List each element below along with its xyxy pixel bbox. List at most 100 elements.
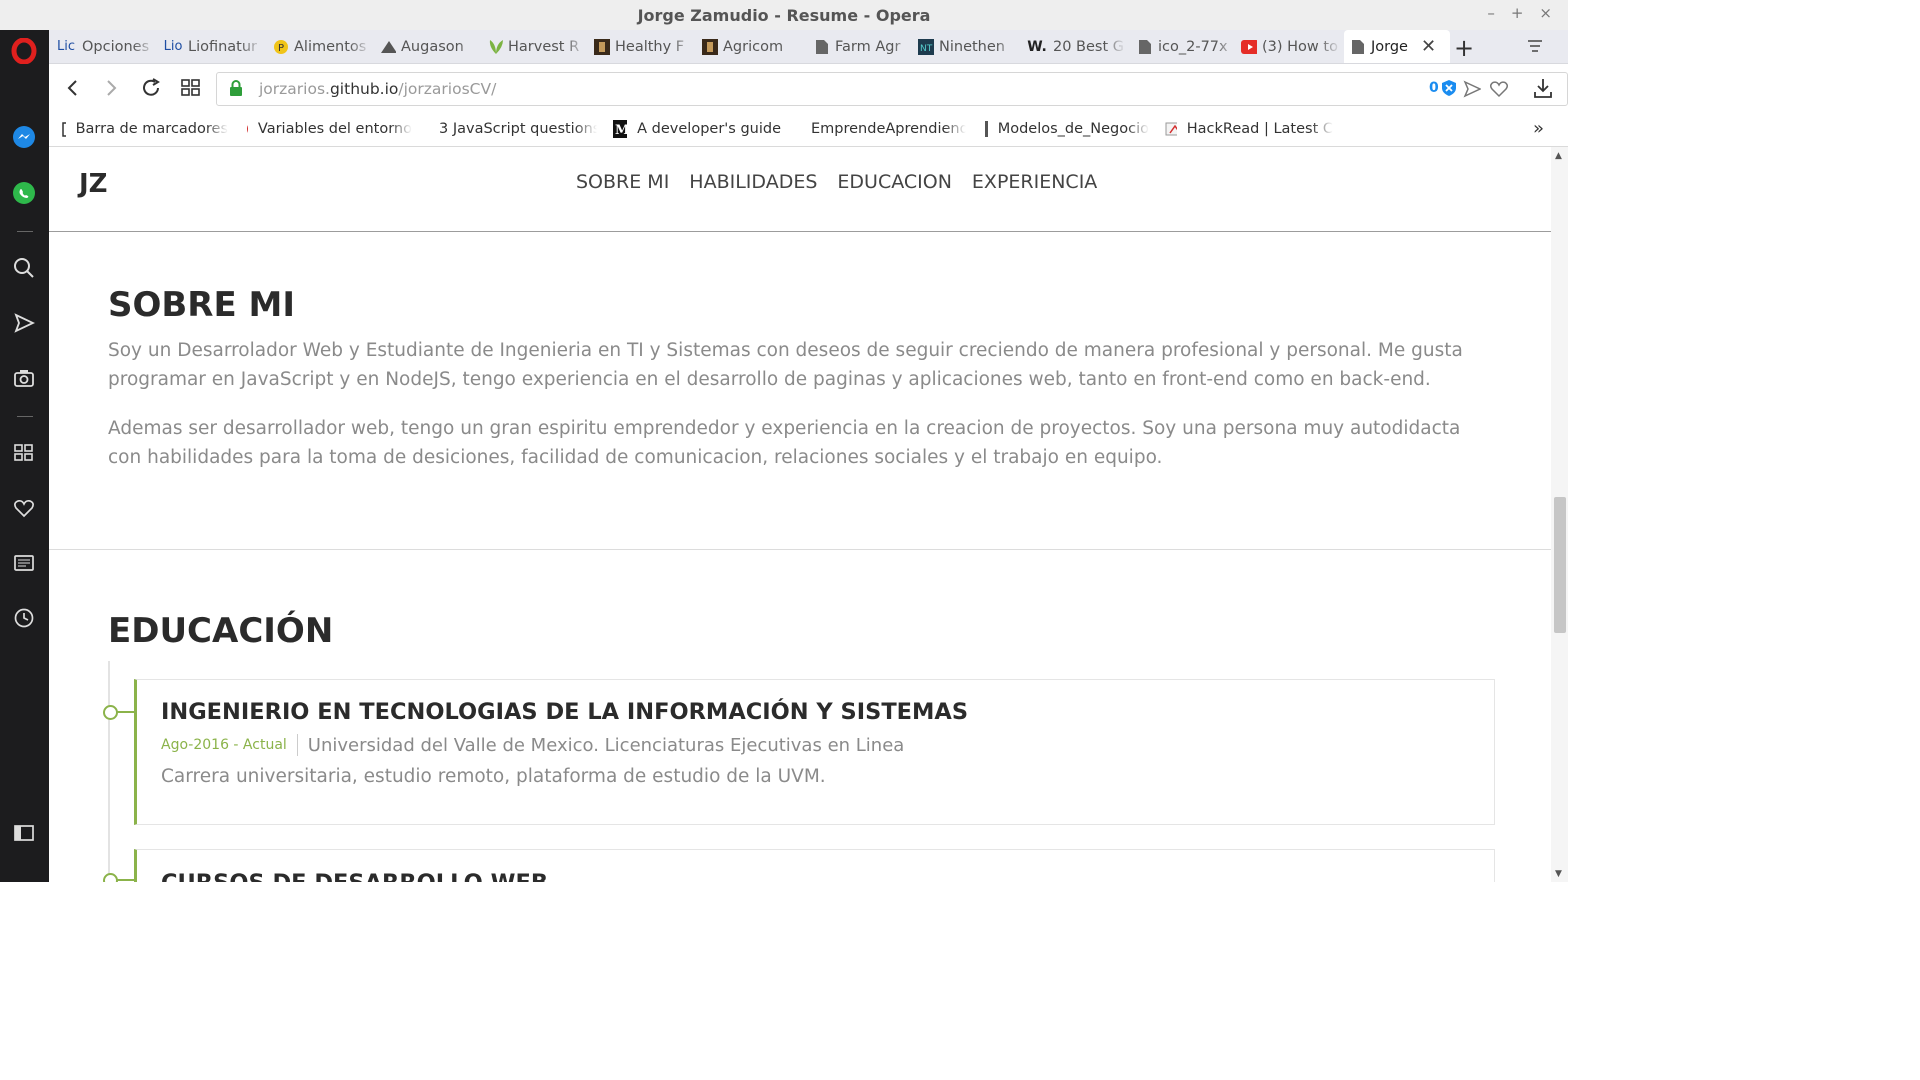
bookmarks-bar: Barra de marcadores ? Variables del ento… (49, 112, 1568, 147)
nav-experiencia[interactable]: EXPERIENCIA (972, 171, 1097, 193)
tab-healthy[interactable]: Healthy F (594, 30, 694, 63)
news-icon[interactable] (10, 549, 38, 577)
bookmark-developers-guide[interactable]: M A developer's guide (613, 112, 781, 146)
header-divider (49, 231, 1551, 232)
image-favicon-icon (594, 38, 610, 55)
p-favicon-icon: P (273, 39, 289, 55)
medium-favicon-icon: M (613, 120, 628, 138)
svg-text:NT: NT (920, 44, 933, 54)
education-card: CURSOS DE DESARROLLO WEB (134, 849, 1495, 882)
bookmark-javascript-questions[interactable]: 3 JavaScript questions (429, 112, 597, 146)
url-text[interactable]: jorzarios.github.io/jorzariosCV/ (259, 80, 496, 98)
document-favicon-icon (1350, 39, 1366, 55)
bookmark-label: A developer's guide (637, 121, 781, 137)
minimize-button[interactable]: – (1487, 4, 1495, 22)
tab-label: Farm Agr (835, 38, 901, 55)
close-tab-icon[interactable]: ✕ (1421, 36, 1436, 57)
lic-favicon-icon: Lic (56, 39, 75, 54)
education-card: INGENIERIO EN TECNOLOGIAS DE LA INFORMAC… (134, 679, 1495, 825)
tab-augason[interactable]: Augason (380, 30, 480, 63)
w-favicon-icon: W. (1027, 38, 1047, 55)
maximize-button[interactable]: + (1511, 4, 1524, 22)
speed-dial-icon[interactable] (10, 439, 38, 467)
education-meta: Ago-2016 - Actual Universidad del Valle … (161, 734, 904, 756)
page-scrollbar[interactable]: ▲ ▼ (1551, 147, 1568, 882)
heart-icon[interactable] (10, 494, 38, 522)
camera-icon[interactable] (10, 364, 38, 392)
site-logo[interactable]: JZ (79, 169, 108, 199)
nav-educacion[interactable]: EDUCACION (837, 171, 952, 193)
bookmark-label: EmprendeAprendiendo (811, 121, 966, 137)
sidebar-toggle-icon[interactable] (10, 819, 38, 847)
nav-sobre-mi[interactable]: SOBRE MI (576, 171, 669, 193)
education-title: INGENIERIO EN TECNOLOGIAS DE LA INFORMAC… (161, 699, 969, 725)
document-favicon-icon (814, 39, 830, 55)
document-icon (985, 121, 988, 137)
navigation-bar: jorzarios.github.io/jorzariosCV/ 0 (49, 64, 1568, 112)
whatsapp-icon[interactable] (10, 179, 38, 207)
tab-label: Jorge (1371, 38, 1408, 55)
lock-icon[interactable] (229, 80, 243, 101)
bookmark-variables-del-entorno[interactable]: ? Variables del entorno (246, 112, 412, 146)
tab-farm-agr[interactable]: Farm Agr (814, 30, 914, 63)
folder-icon (62, 122, 66, 137)
bookmark-barra-de-marcadores[interactable]: Barra de marcadores (62, 112, 228, 146)
tab-harvest[interactable]: Harvest R (487, 30, 587, 63)
bookmark-modelos-de-negocio[interactable]: Modelos_de_Negocio (984, 112, 1149, 146)
leaf-favicon-icon (487, 39, 503, 55)
messenger-icon[interactable] (10, 123, 38, 151)
tab-how-to[interactable]: (3) How to (1241, 30, 1341, 63)
image-favicon-icon (702, 38, 718, 55)
reload-icon[interactable] (137, 74, 165, 102)
back-icon[interactable] (59, 74, 87, 102)
tab-label: Agricom (723, 38, 784, 55)
tab-liofinatur[interactable]: Lio Liofinatur (163, 30, 263, 63)
bookmark-hackread[interactable]: HackRead | Latest C (1165, 112, 1333, 146)
new-tab-button[interactable]: + (1454, 34, 1474, 62)
timeline-connector (116, 879, 136, 881)
tab-opciones[interactable]: Lic Opciones (55, 30, 155, 63)
svg-text:M: M (615, 123, 627, 138)
education-date: Ago-2016 - Actual (161, 737, 287, 753)
bookmark-label: Variables del entorno (257, 121, 412, 137)
scroll-down-arrow-icon[interactable]: ▼ (1555, 869, 1562, 879)
about-paragraph-1: Soy un Desarrolador Web y Estudiante de … (108, 340, 1463, 390)
search-icon[interactable] (10, 254, 38, 282)
tab-alimentos[interactable]: P Alimentos (273, 30, 371, 63)
lio-favicon-icon: Lio (163, 39, 183, 54)
nav-habilidades[interactable]: HABILIDADES (689, 171, 817, 193)
history-icon[interactable] (10, 604, 38, 632)
timeline-dot (103, 705, 118, 720)
tabs-grid-icon[interactable] (177, 74, 205, 102)
close-window-button[interactable]: × (1539, 4, 1552, 22)
red-question-favicon-icon: ? (247, 125, 248, 133)
tab-menu-icon[interactable] (1527, 38, 1543, 58)
scrollbar-thumb[interactable] (1554, 497, 1566, 633)
tracker-count-badge[interactable]: 0 (1429, 79, 1457, 97)
tab-jorge-active[interactable]: Jorge ✕ (1344, 30, 1450, 63)
forward-icon[interactable] (97, 74, 125, 102)
opera-logo-icon[interactable] (10, 37, 38, 65)
nt-favicon-icon: NT (918, 38, 934, 55)
bookmark-heart-icon[interactable] (1489, 80, 1509, 102)
youtube-favicon-icon (1241, 39, 1257, 55)
tab-strip: Lic Opciones Lio Liofinatur P Alimentos … (49, 30, 1568, 64)
tab-ico[interactable]: ico_2-77x (1137, 30, 1237, 63)
shield-icon (1441, 80, 1456, 96)
tab-20-best[interactable]: W. 20 Best G (1026, 30, 1126, 63)
scroll-up-arrow-icon[interactable]: ▲ (1555, 151, 1562, 161)
education-school: Universidad del Valle de Mexico. Licenci… (307, 734, 905, 756)
augason-favicon-icon (380, 39, 396, 55)
timeline-dot (103, 873, 118, 882)
send-snapshot-icon[interactable] (1463, 80, 1482, 102)
tab-agricom[interactable]: Agricom (702, 30, 802, 63)
tab-ninethen[interactable]: NT Ninethen (918, 30, 1018, 63)
document-favicon-icon (1137, 39, 1153, 55)
bookmarks-more-button[interactable]: » (1533, 118, 1544, 139)
send-icon[interactable] (10, 309, 38, 337)
bookmark-emprendeaprendiendo[interactable]: EmprendeAprendiendo (801, 112, 966, 146)
education-title: CURSOS DE DESARROLLO WEB (161, 870, 548, 882)
address-bar[interactable]: jorzarios.github.io/jorzariosCV/ 0 (216, 72, 1568, 106)
section-divider (49, 549, 1551, 550)
download-icon[interactable] (1529, 74, 1557, 102)
